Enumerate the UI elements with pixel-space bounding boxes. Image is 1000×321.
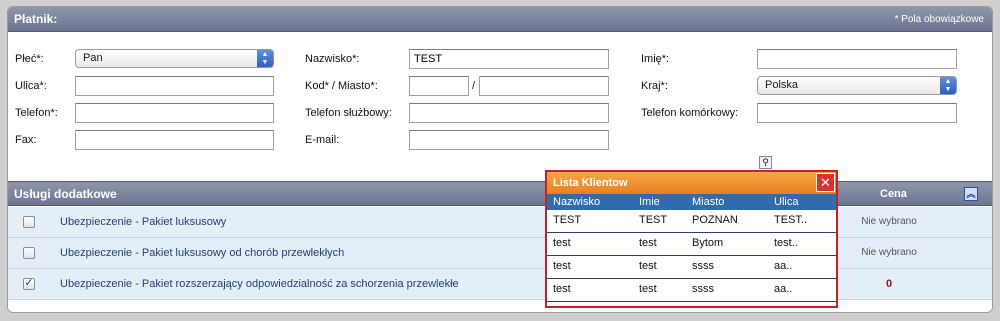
- service-checkbox[interactable]: [23, 247, 35, 259]
- client-row[interactable]: TEST TEST POZNAN TEST..: [547, 210, 836, 233]
- client-list-title: Lista Klientow: [553, 177, 628, 189]
- close-icon[interactable]: ✕: [816, 173, 835, 192]
- city-input[interactable]: [479, 76, 609, 96]
- surname-label: Nazwisko*:: [305, 53, 360, 65]
- select-arrows-icon: ▲ ▼: [940, 77, 956, 94]
- price-column-header: Cena: [880, 188, 907, 200]
- postcode-input[interactable]: [409, 76, 469, 96]
- client-surname: test: [553, 260, 571, 272]
- column-header-city: Miasto: [692, 196, 725, 208]
- collapse-up-icon[interactable]: ︽: [964, 187, 978, 201]
- postcode-city-separator: /: [472, 80, 476, 92]
- magnifier-icon[interactable]: ⚲: [759, 156, 772, 169]
- client-list-header: Nazwisko Imie Miasto Ulica: [547, 194, 836, 210]
- column-header-name: Imie: [639, 196, 660, 208]
- service-price: Nie wybrano: [861, 247, 917, 258]
- service-price: Nie wybrano: [861, 216, 917, 227]
- client-list-popup: Lista Klientow ✕ Nazwisko Imie Miasto Ul…: [545, 170, 838, 308]
- postcode-city-label: Kod* / Miasto*:: [305, 80, 378, 92]
- service-checkbox[interactable]: ✓: [23, 278, 35, 290]
- client-surname: test: [553, 283, 571, 295]
- column-header-surname: Nazwisko: [553, 196, 601, 208]
- service-checkbox[interactable]: [23, 216, 35, 228]
- client-row[interactable]: test test ssss aa..: [547, 256, 836, 279]
- client-surname: test: [553, 237, 571, 249]
- street-label: Ulica*:: [15, 80, 47, 92]
- service-row: Ubezpieczenie - Pakiet luksusowy Nie wyb…: [8, 207, 992, 238]
- phone-input[interactable]: [75, 103, 274, 123]
- client-list-title-bar: Lista Klientow ✕: [547, 172, 836, 194]
- country-select-value: Polska: [765, 79, 799, 91]
- services-section-header: Usługi dodatkowe Cena ︽: [8, 181, 992, 206]
- client-street: aa..: [774, 260, 793, 272]
- country-label: Kraj*:: [641, 80, 668, 92]
- required-fields-note: * Pola obowiązkowe: [894, 14, 985, 25]
- service-name[interactable]: Ubezpieczenie - Pakiet luksusowy: [60, 216, 226, 228]
- service-name[interactable]: Ubezpieczenie - Pakiet luksusowy od chor…: [60, 247, 344, 259]
- work-phone-label: Telefon służbowy:: [305, 107, 392, 119]
- payer-section-title: Płatnik:: [14, 12, 58, 26]
- work-phone-input[interactable]: [409, 103, 609, 123]
- gender-label: Płeć*:: [15, 53, 44, 65]
- name-input[interactable]: [757, 49, 957, 69]
- client-city: POZNAN: [692, 214, 738, 226]
- client-surname: TEST: [553, 214, 582, 226]
- fax-input[interactable]: [75, 130, 274, 150]
- client-city: ssss: [692, 283, 714, 295]
- client-name: test: [639, 283, 657, 295]
- gender-select[interactable]: Pan ▲ ▼: [75, 49, 274, 68]
- street-input[interactable]: [75, 76, 274, 96]
- email-input[interactable]: [409, 130, 609, 150]
- service-price: 0: [885, 278, 893, 290]
- service-name[interactable]: Ubezpieczenie - Pakiet rozszerzający odp…: [60, 278, 459, 290]
- client-name: test: [639, 260, 657, 272]
- client-row[interactable]: test test Bytom test..: [547, 233, 836, 256]
- column-header-street: Ulica: [774, 196, 799, 208]
- mobile-phone-label: Telefon komórkowy:: [641, 107, 739, 119]
- client-street: aa..: [774, 283, 793, 295]
- email-label: E-mail:: [305, 134, 340, 146]
- services-section-title: Usługi dodatkowe: [14, 186, 117, 201]
- phone-label: Telefon*:: [15, 107, 58, 119]
- select-arrows-icon: ▲ ▼: [257, 50, 273, 67]
- client-street: test..: [774, 237, 798, 249]
- form-panel: Płatnik: * Pola obowiązkowe Płeć*: Pan ▲…: [7, 6, 993, 313]
- gender-select-value: Pan: [83, 52, 103, 64]
- payer-section-header: Płatnik: * Pola obowiązkowe: [8, 7, 992, 32]
- client-street: TEST..: [774, 214, 808, 226]
- client-name: test: [639, 237, 657, 249]
- client-row[interactable]: test test ssss aa..: [547, 279, 836, 302]
- mobile-phone-input[interactable]: [757, 103, 957, 123]
- client-city: ssss: [692, 260, 714, 272]
- country-select[interactable]: Polska ▲ ▼: [757, 76, 957, 95]
- service-row: ✓ Ubezpieczenie - Pakiet rozszerzający o…: [8, 269, 992, 300]
- client-city: Bytom: [692, 237, 724, 249]
- fax-label: Fax:: [15, 134, 37, 146]
- service-row: Ubezpieczenie - Pakiet luksusowy od chor…: [8, 238, 992, 269]
- client-name: TEST: [639, 214, 668, 226]
- surname-input[interactable]: [409, 49, 609, 69]
- name-label: Imię*:: [641, 53, 670, 65]
